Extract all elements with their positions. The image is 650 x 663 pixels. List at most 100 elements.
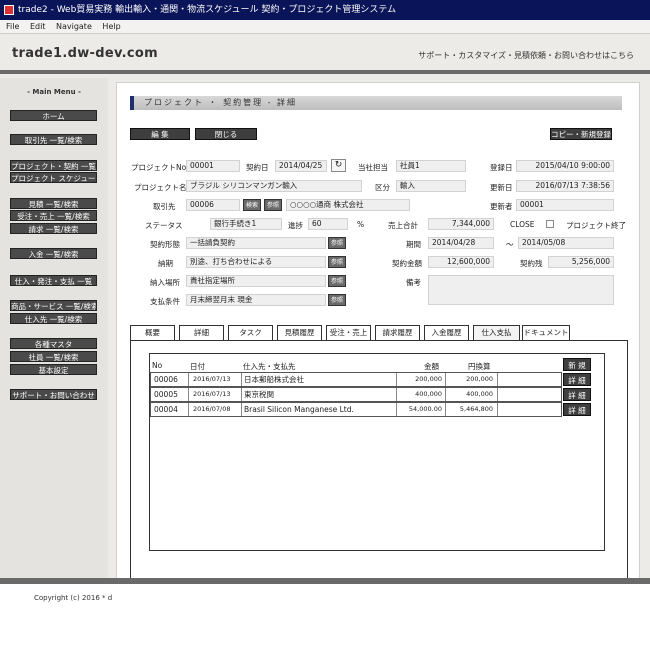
sidebar-item-orders-sales[interactable]: 受注・売上 一覧/検索: [10, 210, 97, 221]
client-ref-button[interactable]: 参照: [264, 199, 282, 211]
row-no: 00004: [154, 405, 178, 414]
reg-date-label: 登録日: [490, 163, 513, 172]
col-yen: 円換算: [468, 362, 491, 371]
row-amount: 200,000: [415, 375, 442, 383]
contract-type-ref-button[interactable]: 参照: [328, 237, 346, 249]
period-separator: ～: [506, 240, 514, 249]
tab-overview[interactable]: 概要: [130, 325, 175, 340]
sidebar-item-payments-received[interactable]: 入金 一覧/検索: [10, 248, 97, 259]
tab-details[interactable]: 詳細: [179, 325, 224, 340]
tab-purchases-payments[interactable]: 仕入支払: [473, 325, 520, 341]
row-yen: 200,000: [466, 375, 493, 383]
sidebar-item-estimates[interactable]: 見積 一覧/検索: [10, 198, 97, 209]
copyright: Copyright (c) 2016 * d: [34, 594, 113, 602]
sidebar-item-billing[interactable]: 請求 一覧/検索: [10, 223, 97, 234]
tab-tasks[interactable]: タスク: [228, 325, 273, 340]
status-label: ステータス: [145, 221, 183, 230]
tab-estimates[interactable]: 見積履歴: [277, 325, 322, 340]
place-ref-button[interactable]: 参照: [328, 275, 346, 287]
updater-value: 00001: [516, 199, 614, 211]
col-date: 日付: [190, 362, 205, 371]
copy-new-button[interactable]: コピー・新規登録: [550, 128, 612, 140]
edit-button[interactable]: 編 集: [130, 128, 190, 140]
col-vendor: 仕入先・支払先: [243, 362, 296, 371]
new-purchase-button[interactable]: 新 規: [563, 358, 591, 371]
sales-total-label: 売上合計: [388, 221, 418, 230]
close-button[interactable]: 閉じる: [195, 128, 257, 140]
period-label: 期間: [406, 240, 421, 249]
sidebar-item-suppliers[interactable]: 仕入先 一覧/検索: [10, 313, 97, 324]
progress-value: 60: [308, 218, 348, 230]
row-no: 00006: [154, 375, 178, 384]
sidebar-item-settings[interactable]: 基本設定: [10, 364, 97, 375]
tab-billing[interactable]: 請求履歴: [375, 325, 420, 340]
staff-label: 当社担当: [358, 163, 388, 172]
sales-total-value: 7,344,000: [428, 218, 494, 230]
menu-file[interactable]: File: [6, 22, 19, 31]
app-icon: [4, 5, 14, 15]
place-value: 貴社指定場所: [186, 275, 326, 287]
remarks-field[interactable]: [428, 275, 614, 305]
row-vendor: Brasil Silicon Manganese Ltd.: [244, 405, 354, 414]
remaining-label: 契約残: [520, 259, 543, 268]
sidebar-item-purchases[interactable]: 仕入・発注・支払 一覧: [10, 275, 97, 286]
tab-receipts[interactable]: 入金履歴: [424, 325, 469, 340]
row-amount: 54,000.00: [408, 405, 442, 413]
upd-date-value: 2016/07/13 7:38:56: [516, 180, 614, 192]
table-row[interactable]: 00005 2016/07/13 東京税関 400,000 400,000: [150, 387, 562, 402]
contract-type-label: 契約形態: [150, 240, 180, 249]
payment-value: 月末締翌月末 現金: [186, 294, 326, 306]
upd-date-label: 更新日: [490, 183, 513, 192]
sidebar-item-support[interactable]: サポート・お問い合わせ: [10, 389, 97, 400]
row-yen: 5,464,800: [459, 405, 493, 413]
row-vendor: 東京税関: [244, 390, 274, 399]
client-label: 取引先: [153, 202, 176, 211]
period-to-value: 2014/05/08: [518, 237, 614, 249]
main-menu-title: - Main Menu -: [27, 88, 81, 96]
refresh-icon[interactable]: ↻: [331, 159, 346, 172]
project-end-label: プロジェクト終了: [566, 221, 626, 230]
client-search-button[interactable]: 検索: [243, 199, 261, 211]
category-label: 区分: [375, 183, 390, 192]
close-checkbox[interactable]: [546, 220, 554, 228]
sidebar-item-projects[interactable]: プロジェクト・契約 一覧: [10, 160, 97, 171]
payment-ref-button[interactable]: 参照: [328, 294, 346, 306]
sidebar-item-employees[interactable]: 社員 一覧/検索: [10, 351, 97, 362]
col-amount: 金額: [424, 362, 439, 371]
payment-label: 支払条件: [150, 297, 180, 306]
row-date: 2016/07/13: [193, 375, 231, 383]
project-no-label: プロジェクトNo: [131, 163, 187, 172]
sidebar-item-masters[interactable]: 各種マスタ: [10, 338, 97, 349]
staff-value: 社員1: [396, 160, 466, 172]
site-header: trade1.dw-dev.com サポート・カスタマイズ・見積依頼・お問い合わ…: [0, 34, 650, 74]
support-link[interactable]: サポート・カスタマイズ・見積依頼・お問い合わせはこちら: [418, 50, 634, 61]
menu-navigate[interactable]: Navigate: [56, 22, 92, 31]
row-date: 2016/07/08: [193, 405, 231, 413]
page-title: プロジェクト ・ 契約管理 - 詳細: [130, 96, 622, 110]
tab-documents[interactable]: ドキュメント: [522, 325, 570, 340]
row-no: 00005: [154, 390, 178, 399]
status-value: 銀行手続き1: [210, 218, 282, 230]
table-row[interactable]: 00006 2016/07/13 日本郵船株式会社 200,000 200,00…: [150, 372, 562, 387]
updater-label: 更新者: [490, 202, 513, 211]
detail-button[interactable]: 詳 細: [563, 373, 591, 386]
sidebar-item-products[interactable]: 商品・サービス 一覧/検索: [10, 300, 97, 311]
category-value: 輸入: [396, 180, 466, 192]
place-label: 納入場所: [150, 278, 180, 287]
sidebar-item-clients[interactable]: 取引先 一覧/検索: [10, 134, 97, 145]
menu-help[interactable]: Help: [102, 22, 120, 31]
tab-orders-sales[interactable]: 受注・売上: [326, 325, 371, 340]
sidebar-item-project-schedule[interactable]: プロジェクト スケジュール: [10, 172, 97, 183]
sidebar-item-home[interactable]: ホーム: [10, 110, 97, 121]
site-name[interactable]: trade1.dw-dev.com: [12, 46, 158, 61]
project-name-value: ブラジル シリコンマンガン輸入: [186, 180, 362, 192]
menu-edit[interactable]: Edit: [30, 22, 46, 31]
table-row[interactable]: 00004 2016/07/08 Brasil Silicon Manganes…: [150, 402, 562, 417]
detail-button[interactable]: 詳 細: [563, 388, 591, 401]
remarks-label: 備考: [406, 278, 421, 287]
detail-button[interactable]: 詳 細: [563, 403, 591, 416]
window-title: trade2 - Web貿易実務 輸出輸入・通関・物流スケジュール 契約・プロジ…: [18, 5, 397, 15]
project-no-value: 00001: [186, 160, 240, 172]
row-vendor: 日本郵船株式会社: [244, 375, 304, 384]
delivery-ref-button[interactable]: 参照: [328, 256, 346, 268]
